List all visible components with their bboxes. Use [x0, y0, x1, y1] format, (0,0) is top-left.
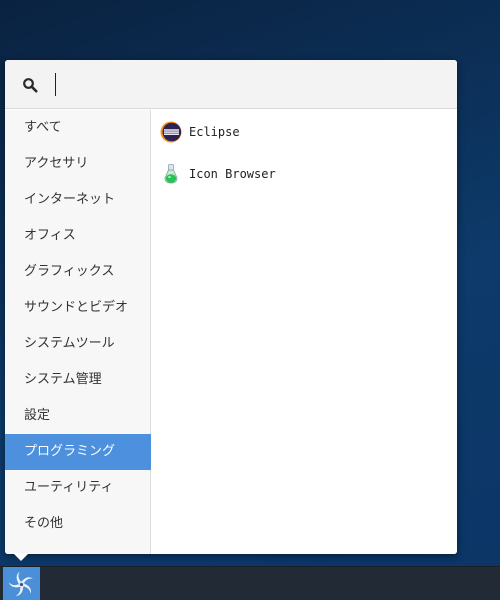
category-accessories[interactable]: アクセサリ	[5, 146, 151, 182]
app-label: Icon Browser	[189, 167, 276, 181]
category-system-tools[interactable]: システムツール	[5, 326, 151, 362]
app-item-icon-browser[interactable]: Icon Browser	[152, 154, 457, 192]
application-menu: すべて アクセサリ インターネット オフィス グラフィックス サウンドとビデオ …	[5, 60, 457, 554]
category-settings[interactable]: 設定	[5, 398, 151, 434]
start-menu-button[interactable]	[3, 567, 40, 600]
category-all[interactable]: すべて	[5, 110, 151, 146]
app-label: Eclipse	[189, 125, 240, 139]
category-other[interactable]: その他	[5, 506, 151, 542]
category-office[interactable]: オフィス	[5, 218, 151, 254]
app-item-eclipse[interactable]: Eclipse	[152, 112, 457, 150]
search-input[interactable]	[53, 72, 443, 98]
category-graphics[interactable]: グラフィックス	[5, 254, 151, 290]
search-bar	[5, 60, 457, 109]
category-sound-video[interactable]: サウンドとビデオ	[5, 290, 151, 326]
app-list: Eclipse Icon Browser	[152, 110, 457, 554]
category-administration[interactable]: システム管理	[5, 362, 151, 398]
search-icon	[23, 78, 38, 93]
text-cursor	[55, 73, 56, 96]
start-menu-icon	[8, 571, 34, 596]
menu-pointer-arrow	[13, 553, 29, 561]
category-programming[interactable]: プログラミング	[5, 434, 151, 470]
category-internet[interactable]: インターネット	[5, 182, 151, 218]
eclipse-icon	[160, 121, 182, 143]
taskbar	[0, 566, 500, 600]
icon-browser-icon	[164, 164, 178, 184]
category-list: すべて アクセサリ インターネット オフィス グラフィックス サウンドとビデオ …	[5, 110, 151, 554]
category-utilities[interactable]: ユーティリティ	[5, 470, 151, 506]
